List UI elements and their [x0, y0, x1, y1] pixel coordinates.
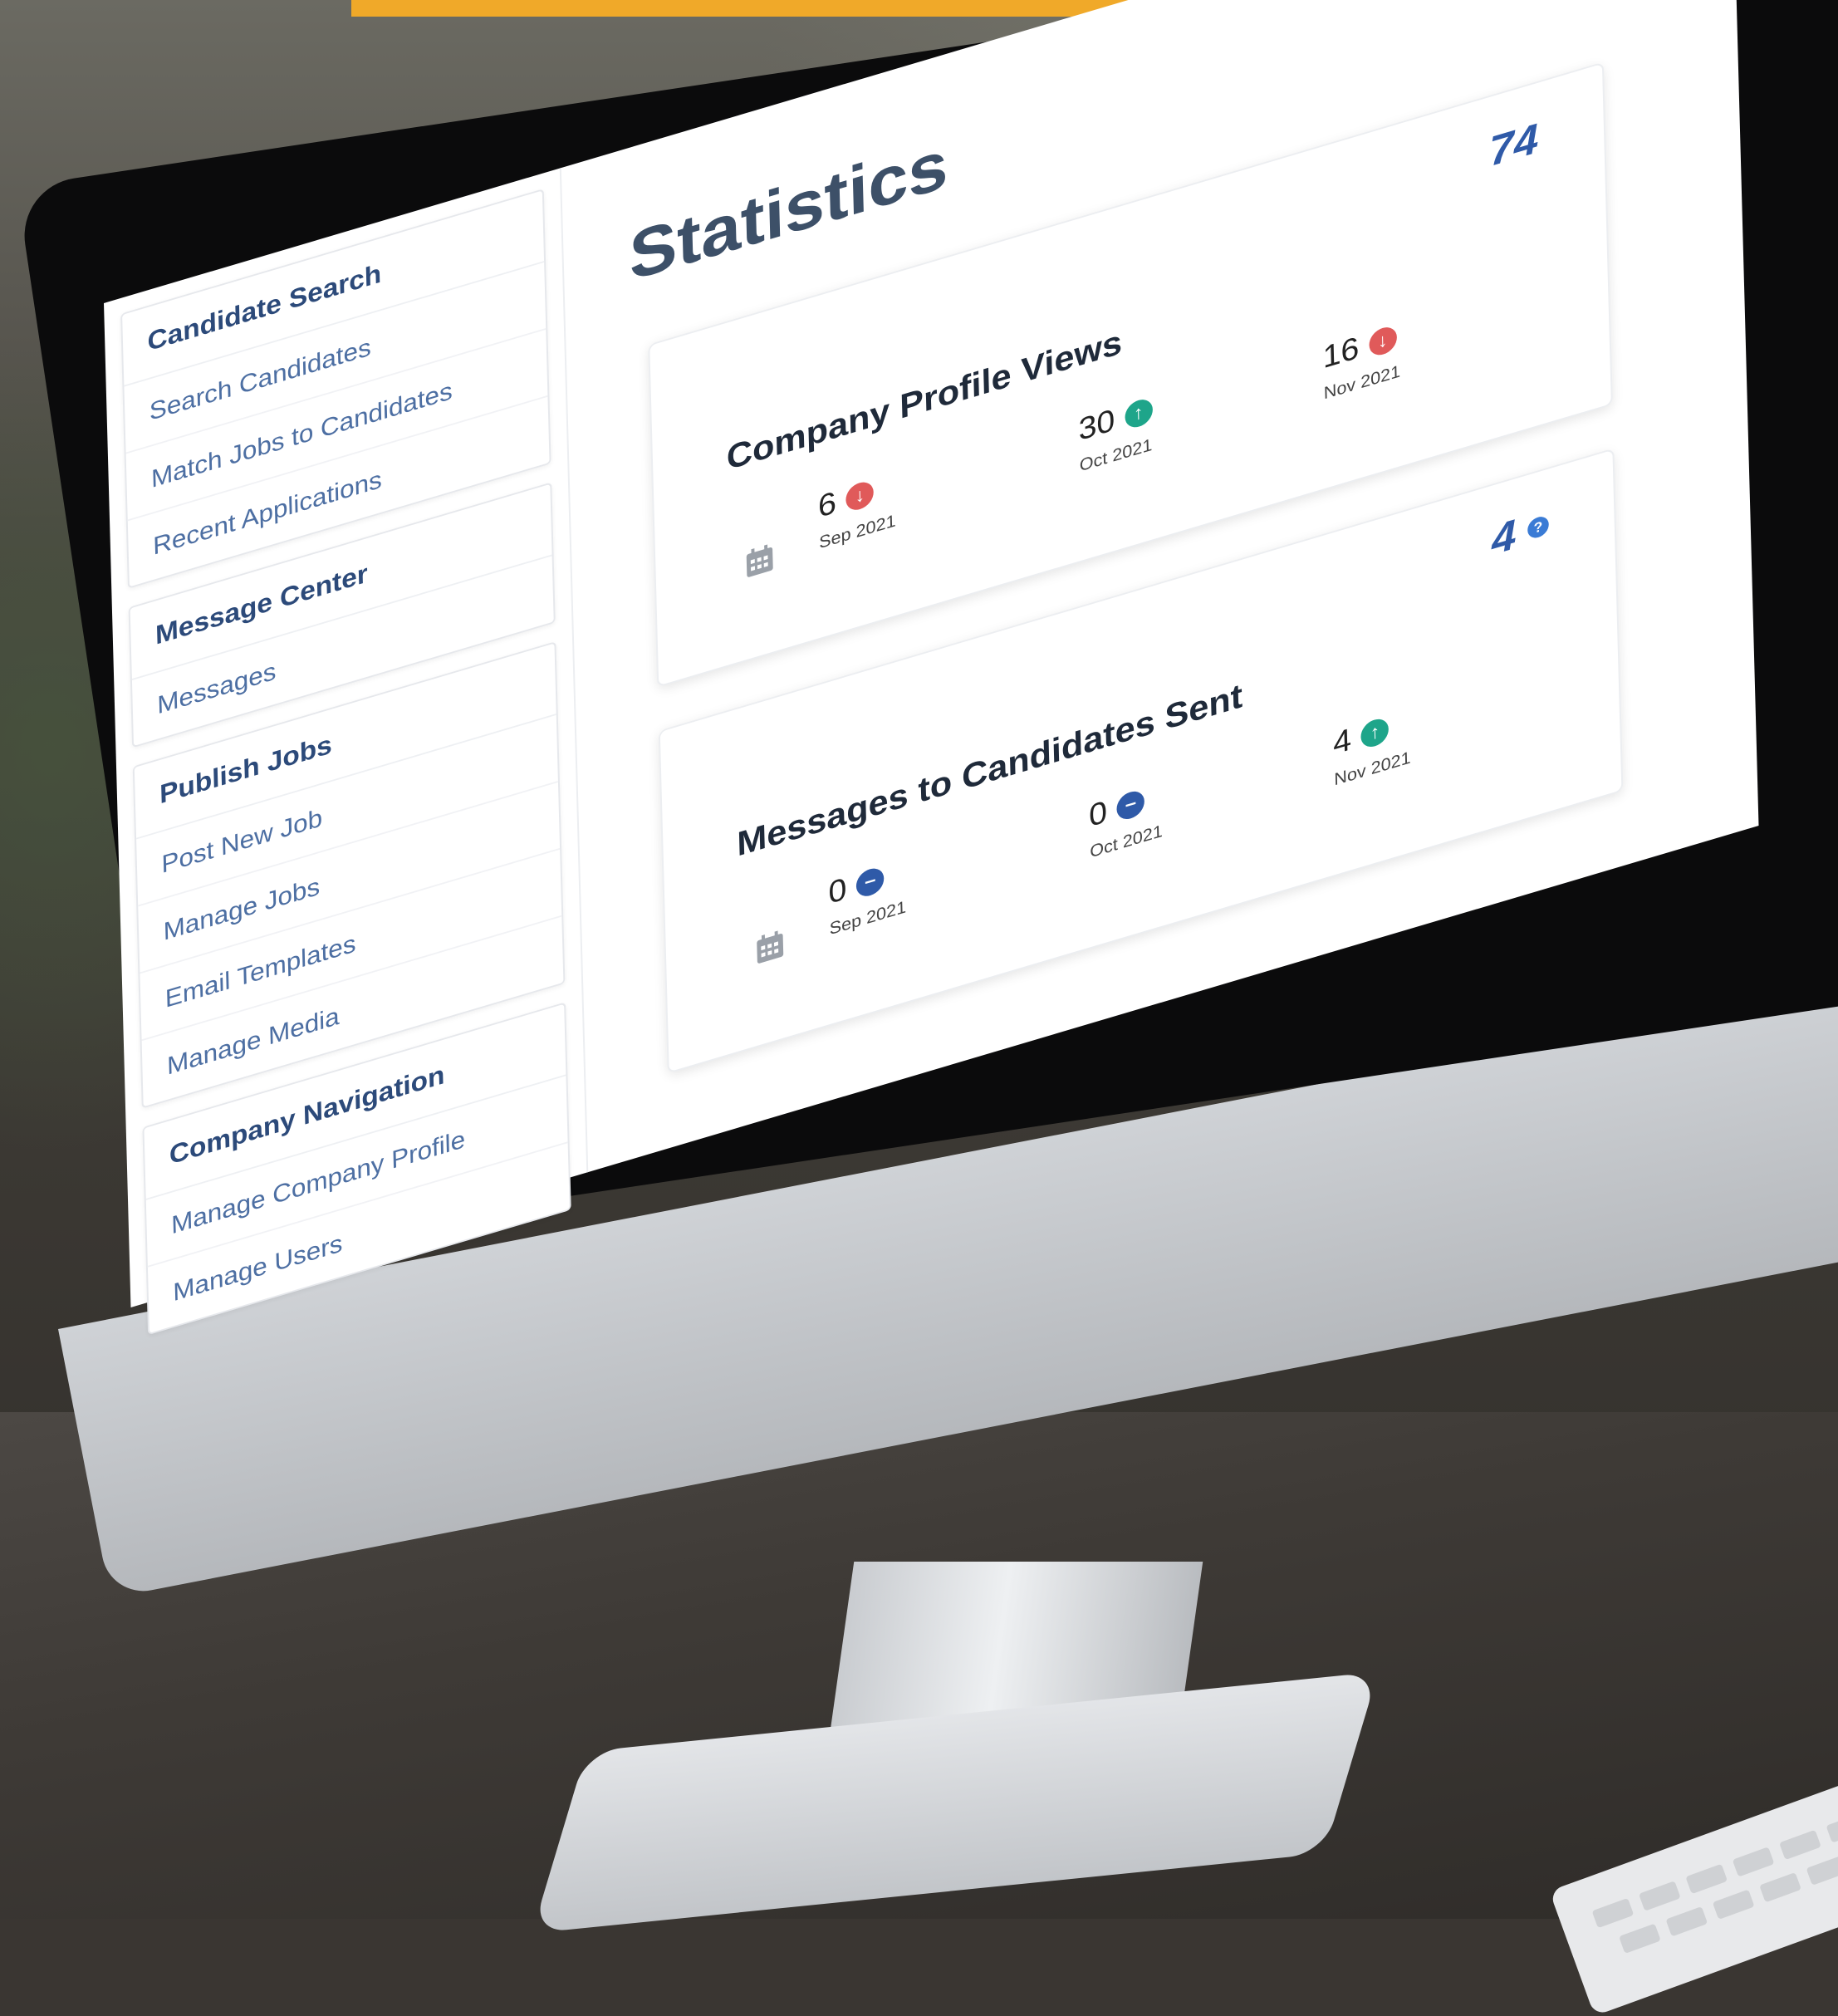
stat-oct: 0 − Oct 2021: [1089, 778, 1164, 862]
stat-value: 0: [1088, 794, 1108, 834]
sidebar-nav: Candidate Search Search Candidates Match…: [120, 189, 571, 1354]
minus-icon: −: [1116, 787, 1145, 822]
card-total: 4 ?: [1491, 500, 1550, 565]
stat-value: 6: [817, 485, 837, 525]
stat-nov: 4 ↑ Nov 2021: [1333, 704, 1411, 790]
minus-icon: −: [855, 864, 885, 900]
stat-sep: 0 − Sep 2021: [828, 854, 906, 939]
stat-oct: 30 ↑ Oct 2021: [1078, 392, 1154, 477]
arrow-down-icon: ↓: [845, 478, 875, 513]
card-title: Company Profile Views: [726, 322, 1123, 478]
stat-value: 30: [1078, 402, 1115, 448]
stat-value: 4: [1332, 722, 1352, 762]
arrow-down-icon: ↓: [1368, 323, 1397, 359]
stat-sep: 6 ↓ Sep 2021: [818, 468, 896, 553]
card-total-value: 74: [1488, 115, 1539, 176]
calendar-icon: [757, 930, 784, 964]
calendar-icon: [746, 544, 773, 577]
card-total: 74: [1489, 114, 1539, 176]
card-title: Messages to Candidates Sent: [736, 676, 1243, 865]
help-icon[interactable]: ?: [1527, 513, 1550, 541]
card-total-value: 4: [1491, 510, 1517, 565]
arrow-up-icon: ↑: [1360, 715, 1390, 750]
stat-nov: 16 ↓ Nov 2021: [1322, 318, 1400, 404]
arrow-up-icon: ↑: [1124, 395, 1153, 431]
stat-value: 0: [828, 871, 847, 911]
stat-value: 16: [1322, 330, 1360, 375]
